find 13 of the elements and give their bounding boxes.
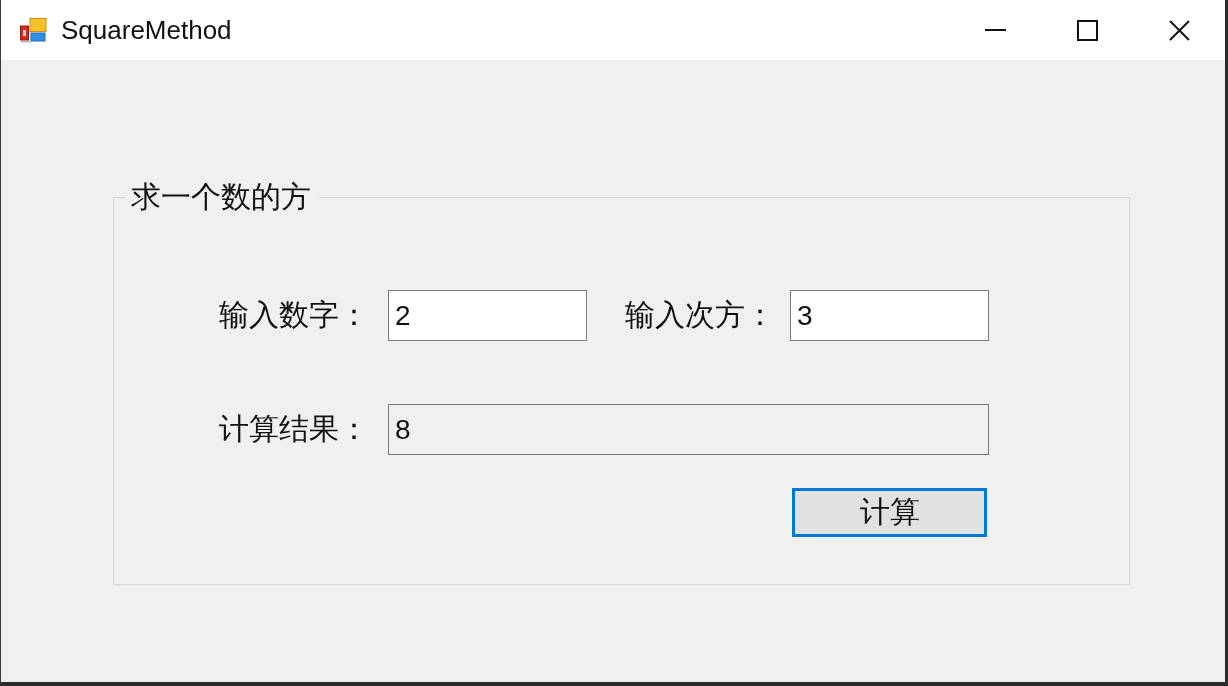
minimize-icon	[984, 29, 1006, 31]
group-title: 求一个数的方	[130, 178, 312, 216]
field-label: 输入数字：	[219, 296, 370, 334]
input-field[interactable]: 2	[388, 290, 587, 341]
input-field[interactable]: 8	[388, 404, 989, 455]
window-title: SquareMethod	[61, 14, 232, 46]
field-label: 输入次方：	[625, 296, 776, 334]
input-field[interactable]: 3	[790, 290, 989, 341]
tiles-icon	[20, 17, 47, 43]
close-icon	[1168, 19, 1190, 41]
calculate-button[interactable]: 计算	[792, 488, 987, 537]
field-label: 计算结果：	[219, 410, 370, 448]
maximize-icon	[1076, 19, 1098, 41]
